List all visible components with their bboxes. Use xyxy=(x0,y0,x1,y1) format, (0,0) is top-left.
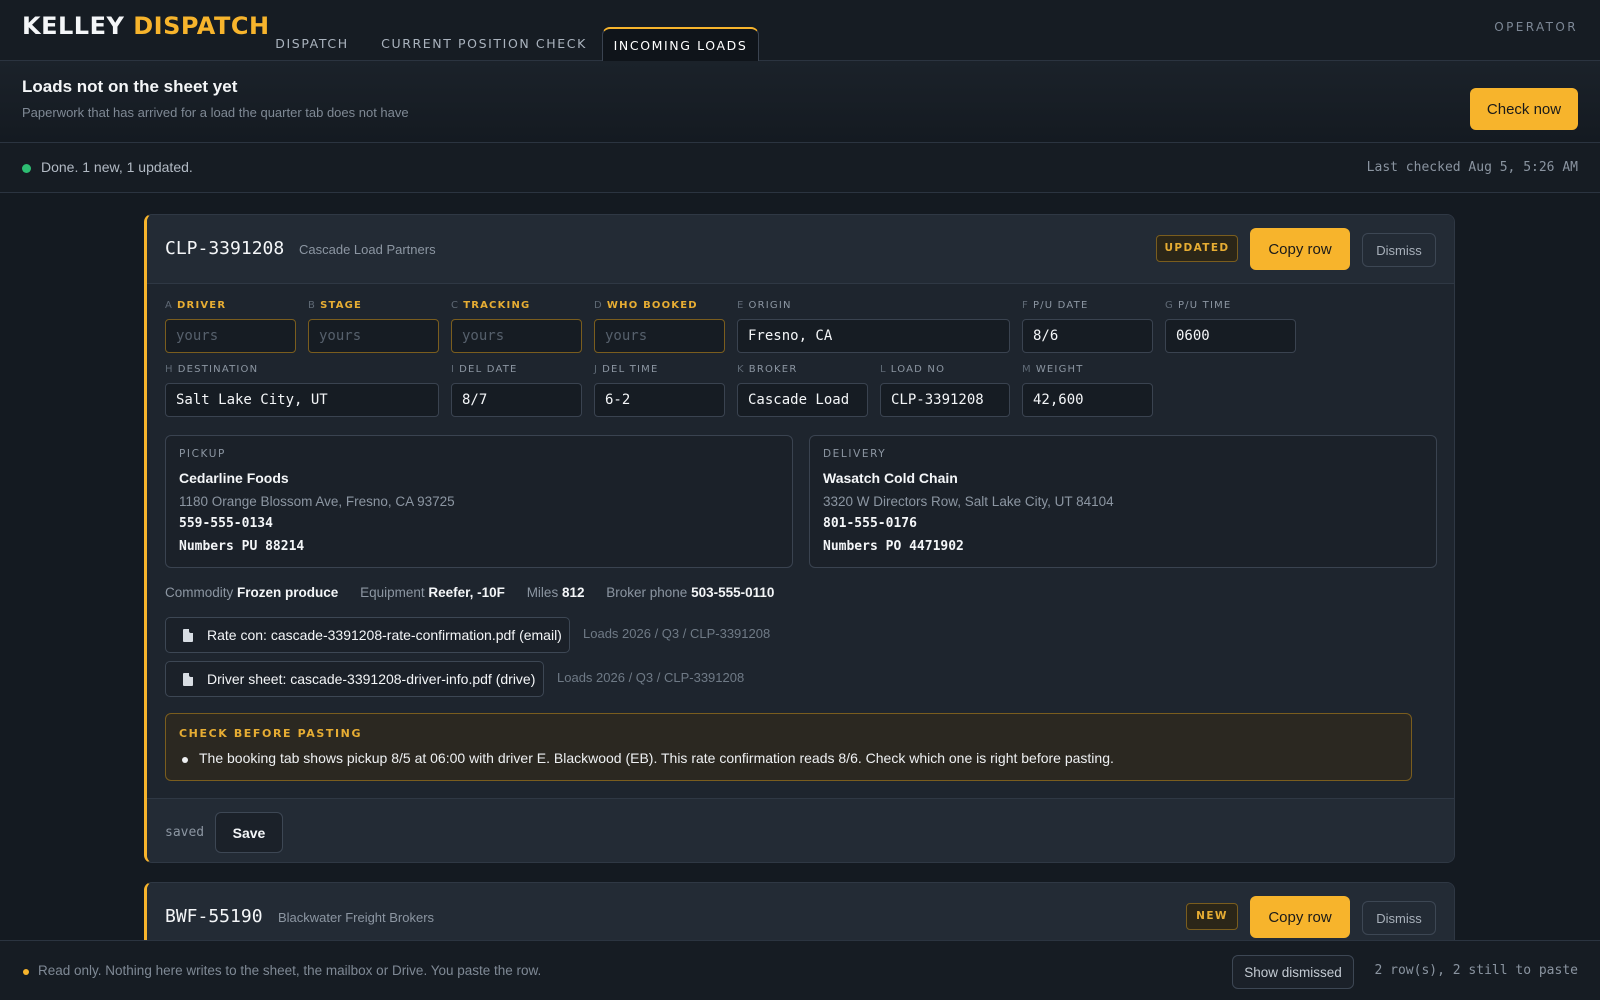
check-warning: CHECK BEFORE PASTING The booking tab sho… xyxy=(165,713,1412,781)
miles-value: 812 xyxy=(561,585,585,600)
delivery-phone: 801-555-0176 xyxy=(823,516,917,531)
pickup-name: Cedarline Foods xyxy=(179,470,289,486)
document-link[interactable]: Driver sheet: cascade-3391208-driver-inf… xyxy=(165,661,544,697)
tab-current-position-check[interactable]: CURRENT POSITION CHECK xyxy=(380,27,588,61)
field-label-load-no: L LOAD NO xyxy=(880,364,946,375)
warning-item: The booking tab shows pickup 8/5 at 06:0… xyxy=(199,750,1114,766)
brand-name-part1: KELLEY xyxy=(22,12,125,40)
pickup-box: PICKUP Cedarline Foods 1180 Orange Bloss… xyxy=(165,435,793,568)
document-icon xyxy=(183,629,193,642)
miles-label: Miles xyxy=(526,585,559,600)
field-label-del-time: J DEL TIME xyxy=(594,364,659,375)
delivery-name: Wasatch Cold Chain xyxy=(823,470,958,486)
status-badge: UPDATED xyxy=(1156,235,1238,262)
broker-phone-label: Broker phone xyxy=(606,585,688,600)
field-label-del-date: I DEL DATE xyxy=(451,364,518,375)
field-label-weight: M WEIGHT xyxy=(1022,364,1084,375)
status-ok-indicator xyxy=(22,164,31,173)
delivery-label: DELIVERY xyxy=(823,448,887,460)
read-only-indicator xyxy=(23,969,29,975)
load-id: BWF-55190 xyxy=(165,906,263,927)
delivery-address: 3320 W Directors Row, Salt Lake City, UT… xyxy=(823,494,1114,509)
delivery-box: DELIVERY Wasatch Cold Chain 3320 W Direc… xyxy=(809,435,1437,568)
dismiss-button[interactable]: Dismiss xyxy=(1362,901,1436,935)
check-now-button[interactable]: Check now xyxy=(1470,88,1578,130)
warning-title: CHECK BEFORE PASTING xyxy=(179,727,363,740)
status-badge: NEW xyxy=(1186,903,1238,930)
destination-input[interactable] xyxy=(165,383,439,417)
field-label-pu-date: F P/U DATE xyxy=(1022,300,1089,311)
status-text: Done. 1 new, 1 updated. xyxy=(41,159,193,175)
page-subtitle: Paperwork that has arrived for a load th… xyxy=(22,105,409,120)
driver-input[interactable] xyxy=(165,319,296,353)
row-count: 2 row(s), 2 still to paste xyxy=(1374,963,1579,978)
equipment-label: Equipment xyxy=(360,585,425,600)
pickup-address: 1180 Orange Blossom Ave, Fresno, CA 9372… xyxy=(179,494,455,509)
save-button[interactable]: Save xyxy=(215,812,283,853)
tracking-input[interactable] xyxy=(451,319,582,353)
broker-input[interactable] xyxy=(737,383,868,417)
pickup-label: PICKUP xyxy=(179,448,226,460)
page-header: Loads not on the sheet yet Paperwork tha… xyxy=(0,61,1600,143)
broker-phone-value: 503-555-0110 xyxy=(691,585,775,600)
field-label-broker: K BROKER xyxy=(737,364,798,375)
operator-label: OPERATOR xyxy=(1494,20,1578,34)
top-nav: KELLEY DISPATCH DISPATCH CURRENT POSITIO… xyxy=(0,0,1600,61)
document-label: Driver sheet: cascade-3391208-driver-inf… xyxy=(207,671,536,687)
read-only-notice: Read only. Nothing here writes to the sh… xyxy=(38,963,542,978)
load-card-header: CLP-3391208 Cascade Load Partners UPDATE… xyxy=(147,215,1454,284)
saved-indicator: saved xyxy=(165,825,205,840)
status-bar: Done. 1 new, 1 updated. Last checked Aug… xyxy=(0,143,1600,193)
origin-input[interactable] xyxy=(737,319,1010,353)
field-label-stage: B STAGE xyxy=(308,300,363,311)
field-label-pu-time: G P/U TIME xyxy=(1165,300,1232,311)
del-time-input[interactable] xyxy=(594,383,725,417)
load-company: Cascade Load Partners xyxy=(299,242,436,257)
document-path: Loads 2026 / Q3 / CLP-3391208 xyxy=(557,670,745,685)
commodity-label: Commodity xyxy=(165,585,234,600)
tab-incoming-loads[interactable]: INCOMING LOADS xyxy=(602,27,759,61)
del-date-input[interactable] xyxy=(451,383,582,417)
brand-name-part2: DISPATCH xyxy=(133,12,270,40)
delivery-reference: Numbers PO 4471902 xyxy=(823,539,964,554)
copy-row-button[interactable]: Copy row xyxy=(1250,896,1350,938)
pu-date-input[interactable] xyxy=(1022,319,1153,353)
page-footer: Read only. Nothing here writes to the sh… xyxy=(0,940,1600,1000)
pu-time-input[interactable] xyxy=(1165,319,1296,353)
pickup-phone: 559-555-0134 xyxy=(179,516,273,531)
weight-input[interactable] xyxy=(1022,383,1153,417)
document-label: Rate con: cascade-3391208-rate-confirmat… xyxy=(207,627,562,643)
load-card-footer: saved Save xyxy=(147,798,1454,862)
load-id: CLP-3391208 xyxy=(165,238,285,259)
document-icon xyxy=(183,673,193,686)
field-label-driver: A DRIVER xyxy=(165,300,227,311)
load-card: CLP-3391208 Cascade Load Partners UPDATE… xyxy=(144,214,1455,863)
field-label-origin: E ORIGIN xyxy=(737,300,792,311)
field-label-tracking: C TRACKING xyxy=(451,300,531,311)
page-title: Loads not on the sheet yet xyxy=(22,77,238,96)
tab-dispatch[interactable]: DISPATCH xyxy=(262,27,362,61)
warning-bullet xyxy=(182,757,188,763)
commodity-value: Frozen produce xyxy=(237,585,339,600)
field-label-who-booked: D WHO BOOKED xyxy=(594,300,698,311)
equipment-value: Reefer, -10F xyxy=(428,585,505,600)
document-link[interactable]: Rate con: cascade-3391208-rate-confirmat… xyxy=(165,617,570,653)
show-dismissed-button[interactable]: Show dismissed xyxy=(1232,955,1354,989)
brand-logo: KELLEY DISPATCH xyxy=(22,12,270,40)
dismiss-button[interactable]: Dismiss xyxy=(1362,233,1436,267)
field-label-destination: H DESTINATION xyxy=(165,364,259,375)
load-company: Blackwater Freight Brokers xyxy=(278,910,435,925)
load-meta: Commodity Frozen produce Equipment Reefe… xyxy=(165,585,774,600)
document-path: Loads 2026 / Q3 / CLP-3391208 xyxy=(583,626,771,641)
copy-row-button[interactable]: Copy row xyxy=(1250,228,1350,270)
pickup-reference: Numbers PU 88214 xyxy=(179,539,305,554)
last-checked: Last checked Aug 5, 5:26 AM xyxy=(1366,160,1578,175)
who-booked-input[interactable] xyxy=(594,319,725,353)
stage-input[interactable] xyxy=(308,319,439,353)
load-no-input[interactable] xyxy=(880,383,1010,417)
